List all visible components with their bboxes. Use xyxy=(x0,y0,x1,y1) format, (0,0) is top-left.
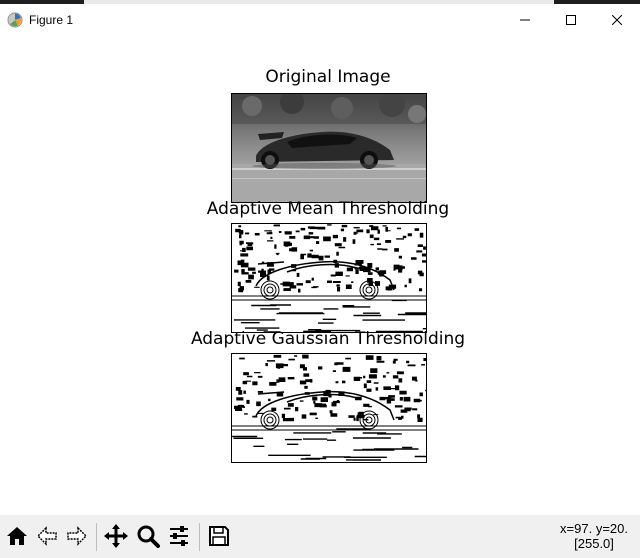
axes-adaptive-gaussian[interactable] xyxy=(231,353,427,463)
axes-title-gaussian: Adaptive Gaussian Thresholding xyxy=(190,329,466,349)
close-button[interactable] xyxy=(594,4,640,36)
matplotlib-icon xyxy=(7,12,23,28)
cursor-coordinates: x=97. y=20. [255.0] xyxy=(560,521,628,551)
zoom-button[interactable] xyxy=(134,521,162,551)
pan-button[interactable] xyxy=(102,521,130,551)
maximize-icon xyxy=(566,15,576,25)
forward-button[interactable] xyxy=(63,521,91,551)
window-title: Figure 1 xyxy=(29,13,74,27)
toolbar-separator xyxy=(199,523,200,551)
configure-subplots-icon xyxy=(170,526,188,546)
configure-subplots-button[interactable] xyxy=(165,521,193,551)
save-button[interactable] xyxy=(205,521,233,551)
window-titlebar[interactable]: Figure 1 xyxy=(0,4,640,36)
axes-adaptive-mean[interactable] xyxy=(231,223,427,333)
forward-icon xyxy=(67,526,88,546)
navigation-toolbar: x=97. y=20. [255.0] xyxy=(0,515,640,558)
cursor-position-text: x=97. y=20. xyxy=(560,521,628,536)
back-icon xyxy=(36,526,57,546)
back-button[interactable] xyxy=(33,521,61,551)
axes-title-original: Original Image xyxy=(265,67,391,87)
close-icon xyxy=(612,15,622,25)
home-icon xyxy=(7,527,27,545)
zoom-icon xyxy=(137,525,160,548)
pan-icon xyxy=(104,524,128,548)
maximize-button[interactable] xyxy=(548,4,594,36)
minimize-button[interactable] xyxy=(502,4,548,36)
minimize-icon xyxy=(520,19,530,21)
axes-title-mean: Adaptive Mean Thresholding xyxy=(206,199,450,219)
home-button[interactable] xyxy=(3,521,31,551)
figure-canvas[interactable]: Original Image Adaptive Mean Thresholdin… xyxy=(0,36,640,515)
save-icon xyxy=(209,526,229,546)
pixel-value-text: [255.0] xyxy=(574,536,614,551)
axes-original-image[interactable] xyxy=(231,93,427,203)
toolbar-separator xyxy=(96,523,97,551)
